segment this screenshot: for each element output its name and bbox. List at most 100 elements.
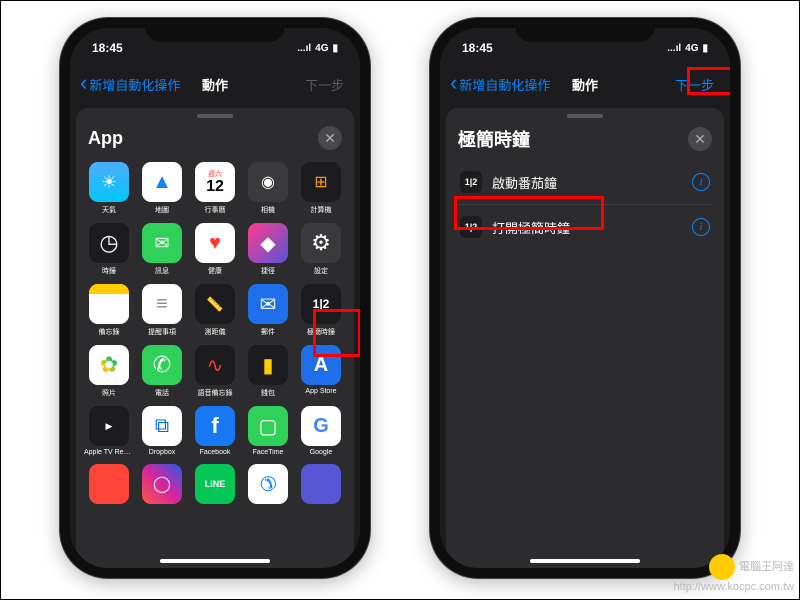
app-flip[interactable]: 1|2極簡時鐘: [298, 284, 344, 337]
nav-title: 動作: [572, 75, 598, 94]
notch: [145, 18, 285, 42]
app-camera[interactable]: 相機: [245, 162, 291, 215]
nav-title: 動作: [202, 75, 228, 94]
app-sc[interactable]: 捷徑: [245, 223, 291, 276]
back-button[interactable]: 新增自動化操作: [450, 75, 550, 94]
measure-icon: [195, 284, 235, 324]
app-dbx[interactable]: Dropbox: [139, 406, 185, 456]
app-label: 備忘錄: [84, 327, 134, 337]
close-icon[interactable]: ✕: [688, 127, 712, 151]
app-voice[interactable]: 語音備忘錄: [192, 345, 238, 398]
ig-icon: [142, 464, 182, 504]
app-label: 訊息: [137, 266, 187, 276]
app-label: App Store: [296, 388, 346, 395]
app-label: 時鐘: [84, 266, 134, 276]
list-item[interactable]: 1|2 打開極簡時鐘 i: [458, 205, 712, 249]
app-ig[interactable]: [139, 464, 185, 507]
flipclock-icon: 1|2: [460, 216, 482, 238]
app-label: FaceTime: [243, 449, 293, 456]
app-health[interactable]: 健康: [192, 223, 238, 276]
app-label: Google: [296, 449, 346, 456]
gen1-icon: [89, 464, 129, 504]
app-fb[interactable]: Facebook: [192, 406, 238, 456]
app-label: 行事曆: [190, 205, 240, 215]
list-item-label: 啟動番茄鐘: [492, 173, 682, 192]
app-mess[interactable]: [245, 464, 291, 507]
sc-icon: [248, 223, 288, 263]
sheet-title: 極簡時鐘: [458, 126, 530, 152]
sheet-grabber[interactable]: [567, 114, 603, 118]
status-time: 18:45: [462, 41, 493, 55]
app-picker-sheet: App ✕ 天氣地圖週六12行事曆相機計算機時鐘訊息健康捷徑設定備忘錄提醒事項測…: [76, 108, 354, 568]
app-label: Apple TV Remote: [84, 449, 134, 456]
app-ft[interactable]: FaceTime: [245, 406, 291, 456]
line-icon: LINE: [195, 464, 235, 504]
mail-icon: [248, 284, 288, 324]
notch: [515, 18, 655, 42]
flip-icon: 1|2: [301, 284, 341, 324]
dbx-icon: [142, 406, 182, 446]
atv-icon: ▶: [89, 406, 129, 446]
app-label: 照片: [84, 388, 134, 398]
app-gen2[interactable]: [298, 464, 344, 507]
next-button[interactable]: 下一步: [299, 72, 350, 97]
app-clock[interactable]: 時鐘: [86, 223, 132, 276]
app-weather[interactable]: 天氣: [86, 162, 132, 215]
voice-icon: [195, 345, 235, 385]
clock-icon: [89, 223, 129, 263]
app-astore[interactable]: App Store: [298, 345, 344, 398]
home-indicator[interactable]: [160, 559, 270, 563]
app-label: 計算機: [296, 205, 346, 215]
list-item[interactable]: 1|2 啟動番茄鐘 i: [458, 160, 712, 205]
home-indicator[interactable]: [530, 559, 640, 563]
app-goog[interactable]: Google: [298, 406, 344, 456]
app-label: 測距儀: [190, 327, 240, 337]
msg-icon: [142, 223, 182, 263]
back-button[interactable]: 新增自動化操作: [80, 75, 180, 94]
wallet-icon: [248, 345, 288, 385]
fb-icon: [195, 406, 235, 446]
app-measure[interactable]: 測距儀: [192, 284, 238, 337]
app-phoneic[interactable]: 電話: [139, 345, 185, 398]
health-icon: [195, 223, 235, 263]
app-gen1[interactable]: [86, 464, 132, 507]
app-wallet[interactable]: 錢包: [245, 345, 291, 398]
app-label: 語音備忘錄: [190, 388, 240, 398]
ft-icon: [248, 406, 288, 446]
calc-icon: [301, 162, 341, 202]
app-notes[interactable]: 備忘錄: [86, 284, 132, 337]
photos-icon: [89, 345, 129, 385]
app-photos[interactable]: 照片: [86, 345, 132, 398]
flipclock-icon: 1|2: [460, 171, 482, 193]
sheet-grabber[interactable]: [197, 114, 233, 118]
watermark: 電腦王阿達 http://www.kocpc.com.tw: [674, 554, 794, 594]
sheet-title: App: [88, 128, 123, 149]
app-msg[interactable]: 訊息: [139, 223, 185, 276]
app-rem[interactable]: 提醒事項: [139, 284, 185, 337]
action-sheet: 極簡時鐘 ✕ 1|2 啟動番茄鐘 i 1|2 打開極簡時鐘 i: [446, 108, 724, 568]
app-line[interactable]: LINE: [192, 464, 238, 507]
app-label: 提醒事項: [137, 327, 187, 337]
phone-right: 18:45 ...ıl 4G ▮ 新增自動化操作 動作 下一步 極簡時鐘 ✕ 1…: [430, 18, 740, 578]
info-icon[interactable]: i: [692, 173, 710, 191]
app-mail[interactable]: 郵件: [245, 284, 291, 337]
app-settings[interactable]: 設定: [298, 223, 344, 276]
watermark-logo-icon: [709, 554, 735, 580]
app-label: 電話: [137, 388, 187, 398]
action-list: 1|2 啟動番茄鐘 i 1|2 打開極簡時鐘 i: [446, 160, 724, 249]
next-button[interactable]: 下一步: [669, 72, 720, 97]
app-cal[interactable]: 週六12行事曆: [192, 162, 238, 215]
app-atv[interactable]: ▶ Apple TV Remote: [86, 406, 132, 456]
mess-icon: [248, 464, 288, 504]
close-icon[interactable]: ✕: [318, 126, 342, 150]
app-calc[interactable]: 計算機: [298, 162, 344, 215]
nav-bar: 新增自動化操作 動作 下一步: [440, 64, 730, 104]
list-item-label: 打開極簡時鐘: [492, 218, 682, 237]
app-maps[interactable]: 地圖: [139, 162, 185, 215]
maps-icon: [142, 162, 182, 202]
status-time: 18:45: [92, 41, 123, 55]
app-grid[interactable]: 天氣地圖週六12行事曆相機計算機時鐘訊息健康捷徑設定備忘錄提醒事項測距儀郵件1|…: [76, 158, 354, 568]
info-icon[interactable]: i: [692, 218, 710, 236]
app-label: 健康: [190, 266, 240, 276]
notes-icon: [89, 284, 129, 324]
